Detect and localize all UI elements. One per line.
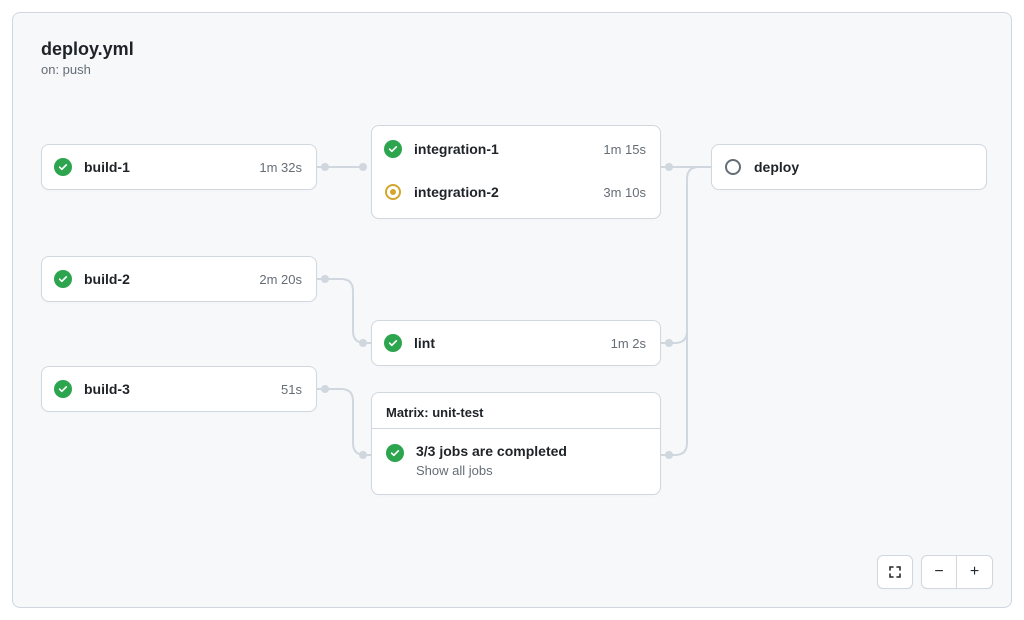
job-duration: 1m 32s	[259, 160, 302, 175]
job-integration-1[interactable]: integration-1 1m 15s	[372, 126, 660, 172]
matrix-show-all-link[interactable]: Show all jobs	[416, 463, 567, 478]
success-icon	[54, 270, 72, 288]
canvas-controls: − +	[877, 555, 993, 589]
connector-dot	[359, 339, 367, 347]
fullscreen-button[interactable]	[877, 555, 913, 589]
connector-dot	[665, 451, 673, 459]
running-icon	[384, 183, 402, 201]
connector-lines	[13, 13, 1012, 608]
matrix-unit-test[interactable]: Matrix: unit-test 3/3 jobs are completed…	[371, 392, 661, 495]
fullscreen-icon	[887, 564, 903, 580]
workflow-title: deploy.yml	[41, 39, 134, 60]
pending-icon	[724, 158, 742, 176]
job-duration: 3m 10s	[603, 185, 646, 200]
connector-dot	[321, 163, 329, 171]
success-icon	[54, 158, 72, 176]
minus-icon: −	[934, 564, 943, 580]
workflow-trigger: on: push	[41, 62, 134, 77]
job-name: lint	[414, 335, 599, 351]
connector-dot	[665, 339, 673, 347]
workflow-canvas[interactable]: deploy.yml on: push build-1 1m 32s build…	[12, 12, 1012, 608]
zoom-out-button[interactable]: −	[922, 556, 957, 588]
job-group-integration[interactable]: integration-1 1m 15s integration-2 3m 10…	[371, 125, 661, 219]
matrix-status: 3/3 jobs are completed	[416, 443, 567, 459]
job-name: integration-2	[414, 184, 591, 200]
zoom-in-button[interactable]: +	[957, 556, 992, 588]
job-integration-2[interactable]: integration-2 3m 10s	[372, 172, 660, 218]
job-name: build-2	[84, 271, 247, 287]
job-name: build-3	[84, 381, 269, 397]
job-lint[interactable]: lint 1m 2s	[371, 320, 661, 366]
job-name: build-1	[84, 159, 247, 175]
job-duration: 1m 15s	[603, 142, 646, 157]
job-build-2[interactable]: build-2 2m 20s	[41, 256, 317, 302]
job-name: deploy	[754, 159, 972, 175]
success-icon	[386, 444, 404, 462]
connector-dot	[665, 163, 673, 171]
connector-dot	[321, 385, 329, 393]
job-duration: 51s	[281, 382, 302, 397]
workflow-header: deploy.yml on: push	[41, 39, 134, 77]
zoom-controls: − +	[921, 555, 993, 589]
job-build-1[interactable]: build-1 1m 32s	[41, 144, 317, 190]
success-icon	[54, 380, 72, 398]
connector-dot	[359, 163, 367, 171]
job-deploy[interactable]: deploy	[711, 144, 987, 190]
job-name: integration-1	[414, 141, 591, 157]
plus-icon: +	[970, 564, 979, 580]
job-duration: 1m 2s	[611, 336, 646, 351]
connector-dot	[321, 275, 329, 283]
job-build-3[interactable]: build-3 51s	[41, 366, 317, 412]
success-icon	[384, 334, 402, 352]
success-icon	[384, 140, 402, 158]
job-duration: 2m 20s	[259, 272, 302, 287]
connector-dot	[359, 451, 367, 459]
matrix-label: Matrix: unit-test	[372, 393, 660, 428]
